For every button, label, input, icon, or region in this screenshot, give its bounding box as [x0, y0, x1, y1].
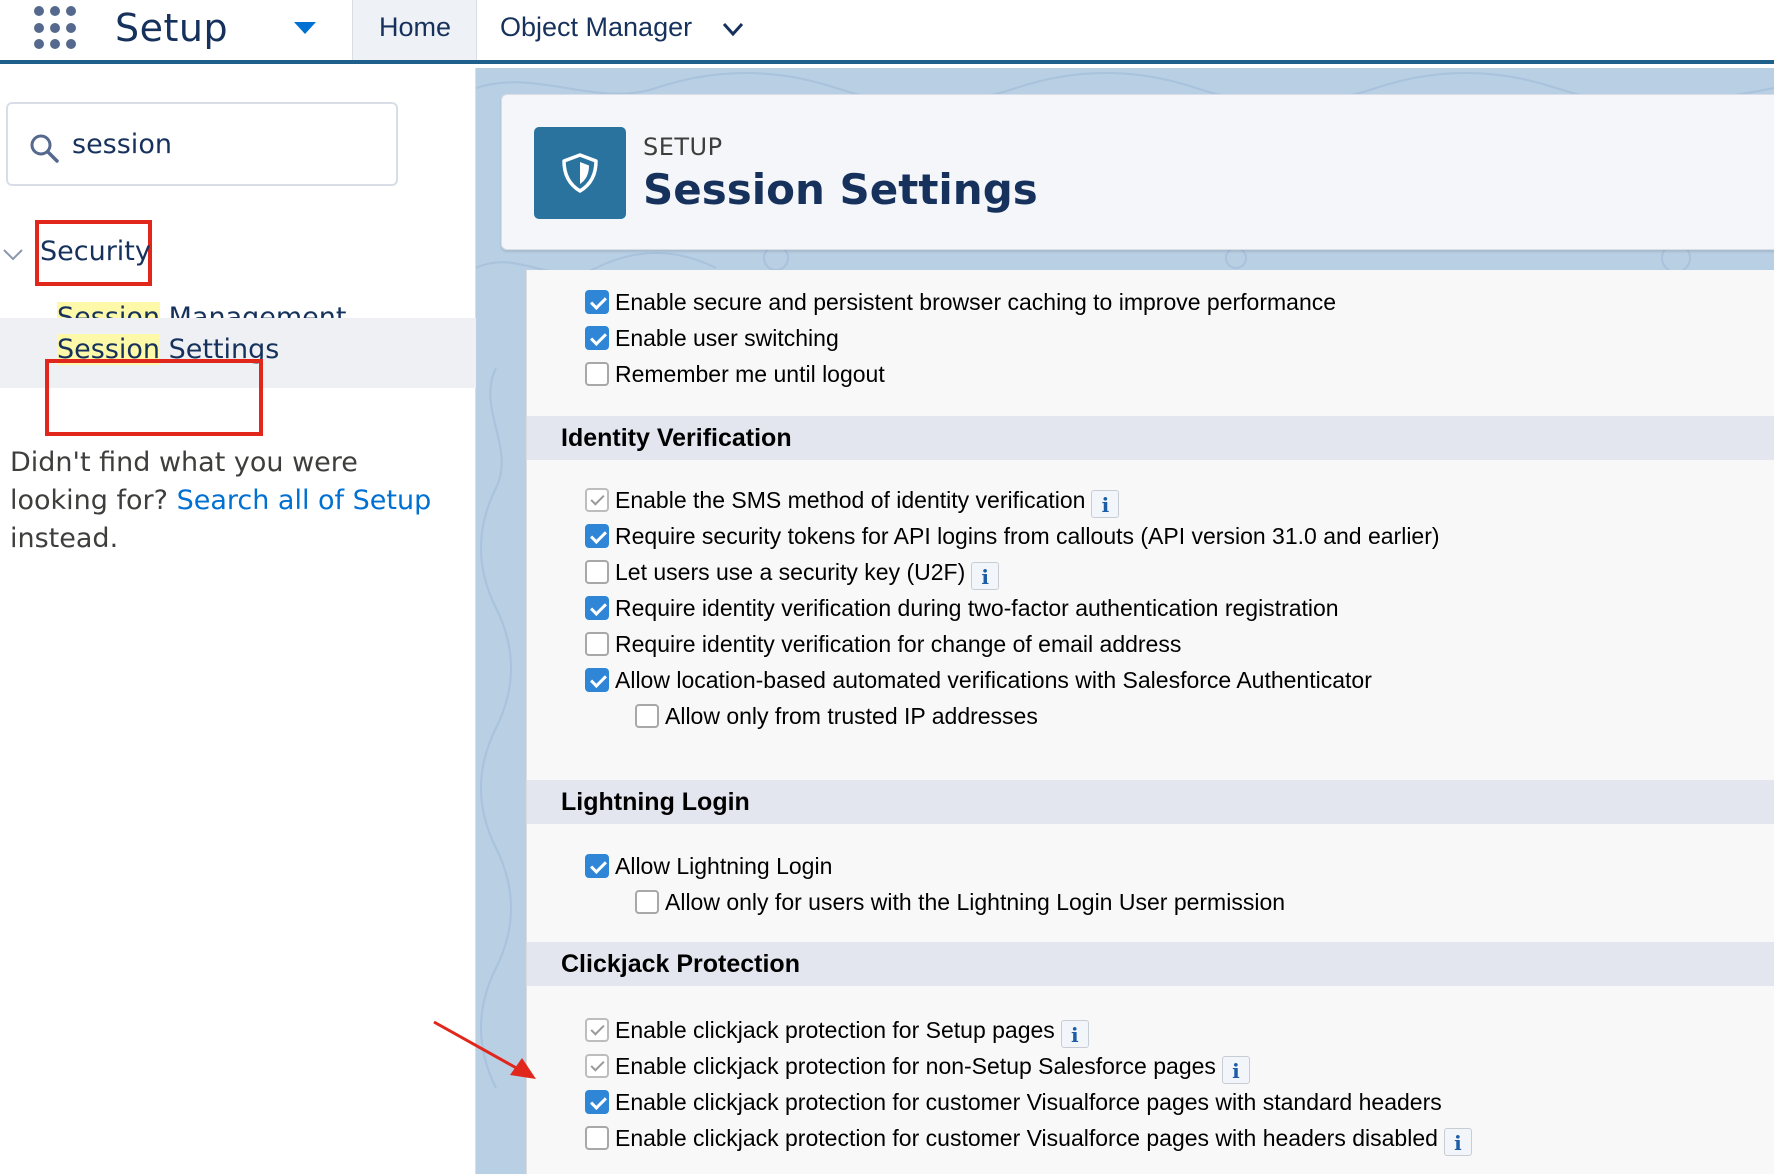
setting-row: Require identity verification during two…	[585, 592, 1339, 624]
section-title: Lightning Login	[561, 788, 750, 816]
setting-checkbox[interactable]	[585, 290, 609, 314]
setup-sidebar: Security Session Management Session Sett…	[0, 68, 476, 1174]
info-icon[interactable]: i	[1060, 1020, 1089, 1048]
info-icon[interactable]: i	[1221, 1056, 1250, 1084]
setting-label: Enable clickjack protection for non-Setu…	[615, 1052, 1216, 1079]
setting-label: Let users use a security key (U2F)	[615, 558, 966, 585]
setting-label: Allow only from trusted IP addresses	[665, 702, 1038, 729]
page-eyebrow: SETUP	[643, 133, 723, 161]
page-header: SETUP Session Settings	[501, 94, 1774, 250]
search-all-setup-link[interactable]: Search all of Setup	[177, 485, 432, 516]
setting-label: Allow location-based automated verificat…	[615, 666, 1372, 693]
setting-row: Let users use a security key (U2F) i	[585, 556, 1000, 590]
setting-checkbox[interactable]	[585, 854, 609, 878]
info-icon[interactable]: i	[971, 562, 1000, 590]
setting-checkbox[interactable]	[585, 326, 609, 350]
setting-row: Enable clickjack protection for customer…	[585, 1086, 1442, 1118]
quick-find-box[interactable]	[6, 102, 398, 186]
setting-checkbox	[585, 1018, 609, 1042]
setting-label: Allow only for users with the Lightning …	[665, 888, 1286, 915]
tab-object-manager[interactable]: Object Manager	[500, 12, 692, 43]
setting-checkbox[interactable]	[635, 890, 659, 914]
setting-row: Allow only for users with the Lightning …	[635, 886, 1285, 918]
setting-row: Enable user switching	[585, 322, 839, 354]
section-title: Clickjack Protection	[561, 950, 800, 978]
setting-row: Enable clickjack protection for Setup pa…	[585, 1014, 1089, 1048]
app-name: Setup	[115, 6, 229, 50]
setting-checkbox[interactable]	[635, 704, 659, 728]
setting-row: Enable secure and persistent browser cac…	[585, 286, 1336, 318]
setting-row: Require identity verification for change…	[585, 628, 1181, 660]
setting-checkbox[interactable]	[585, 362, 609, 386]
setting-label: Enable clickjack protection for customer…	[615, 1088, 1442, 1115]
setting-checkbox[interactable]	[585, 596, 609, 620]
setting-checkbox[interactable]	[585, 632, 609, 656]
setting-checkbox[interactable]	[585, 560, 609, 584]
setting-label: Enable clickjack protection for customer…	[615, 1124, 1438, 1151]
setting-row: Enable clickjack protection for non-Setu…	[585, 1050, 1250, 1084]
chevron-down-icon[interactable]	[2, 244, 24, 266]
setting-row: Enable the SMS method of identity verifi…	[585, 484, 1120, 518]
setting-label: Enable the SMS method of identity verifi…	[615, 486, 1086, 513]
setting-label: Remember me until logout	[615, 360, 885, 387]
setting-checkbox[interactable]	[585, 524, 609, 548]
shield-icon	[534, 127, 626, 219]
section-header: Lightning Login	[527, 780, 1774, 824]
search-icon	[30, 134, 59, 163]
setting-checkbox	[585, 1054, 609, 1078]
settings-content: Enable secure and persistent browser cac…	[526, 270, 1774, 1174]
setting-row: Require security tokens for API logins f…	[585, 520, 1440, 552]
setting-checkbox[interactable]	[585, 1090, 609, 1114]
info-icon[interactable]: i	[1443, 1128, 1472, 1156]
setting-row: Remember me until logout	[585, 358, 885, 390]
setting-row: Enable clickjack protection for customer…	[585, 1122, 1472, 1156]
app-menu-caret-icon[interactable]	[294, 22, 316, 34]
page-title: Session Settings	[643, 165, 1038, 214]
setting-checkbox[interactable]	[585, 1126, 609, 1150]
setting-label: Require identity verification for change…	[615, 630, 1182, 657]
tab-home-label: Home	[379, 12, 452, 42]
app-launcher-icon[interactable]	[34, 6, 78, 50]
setting-row: Allow location-based automated verificat…	[585, 664, 1372, 696]
section-header: Identity Verification	[527, 416, 1774, 460]
setting-label: Enable secure and persistent browser cac…	[615, 288, 1337, 315]
setting-checkbox[interactable]	[585, 668, 609, 692]
global-header: Setup Home Object Manager	[0, 0, 1774, 64]
setting-label: Require identity verification during two…	[615, 594, 1339, 621]
annotation-highlight-box	[45, 359, 263, 436]
not-found-message: Didn't find what you were looking for? S…	[10, 447, 432, 554]
setting-row: Allow Lightning Login	[585, 850, 832, 882]
setting-label: Require security tokens for API logins f…	[615, 522, 1440, 549]
setting-label: Allow Lightning Login	[615, 852, 833, 879]
quick-find-input[interactable]	[72, 122, 372, 166]
tab-home[interactable]: Home	[352, 0, 477, 60]
tree-section-security[interactable]: Security	[40, 236, 151, 267]
setting-checkbox	[585, 488, 609, 512]
setting-label: Enable user switching	[615, 324, 839, 351]
setting-label: Enable clickjack protection for Setup pa…	[615, 1016, 1055, 1043]
section-header: Clickjack Protection	[527, 942, 1774, 986]
info-icon[interactable]: i	[1091, 490, 1120, 518]
setting-row: Allow only from trusted IP addresses	[635, 700, 1038, 732]
chevron-down-icon[interactable]	[722, 18, 744, 40]
section-title: Identity Verification	[561, 424, 792, 452]
